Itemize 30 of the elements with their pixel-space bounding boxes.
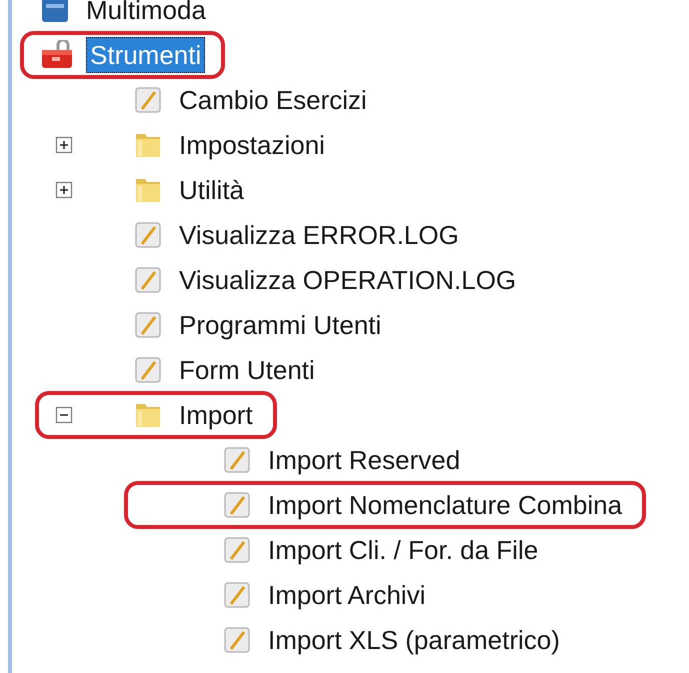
expand-toggle-icon[interactable] (55, 136, 73, 154)
program-icon (222, 444, 252, 474)
tree-item[interactable]: Cambio Esercizi (175, 82, 371, 118)
toolbox-icon (40, 40, 74, 70)
collapse-toggle-icon[interactable] (55, 406, 73, 424)
program-icon (222, 624, 252, 654)
tree-item[interactable]: Multimoda (82, 0, 210, 28)
program-icon (133, 220, 163, 250)
program-icon (133, 264, 163, 294)
tree-item[interactable]: Visualizza OPERATION.LOG (175, 262, 520, 298)
tree-item[interactable]: Programmi Utenti (175, 306, 386, 342)
program-icon (222, 580, 252, 610)
program-icon (222, 490, 252, 520)
expand-toggle-icon[interactable] (55, 180, 73, 198)
program-icon (133, 354, 163, 384)
tree-item[interactable]: Import XLS (parametrico) (264, 622, 564, 658)
program-icon (133, 84, 163, 114)
tree-item[interactable]: Impostazioni (175, 126, 329, 162)
program-icon (133, 310, 163, 340)
tree-item[interactable]: Import Cli. / For. da File (264, 532, 542, 568)
tree-item[interactable]: Import Reserved (264, 442, 464, 478)
program-icon (222, 534, 252, 564)
tree-item[interactable]: Utilità (175, 172, 248, 208)
module-icon (40, 0, 70, 24)
tree-item[interactable]: Strumenti (86, 36, 206, 72)
tree-item[interactable]: Form Utenti (175, 352, 319, 388)
tree-item[interactable]: Import (175, 396, 257, 432)
tree-item[interactable]: Import Archivi (264, 576, 430, 612)
tree-item[interactable]: Import Nomenclature Combina (264, 486, 626, 522)
tree-item[interactable]: Visualizza ERROR.LOG (175, 216, 463, 252)
